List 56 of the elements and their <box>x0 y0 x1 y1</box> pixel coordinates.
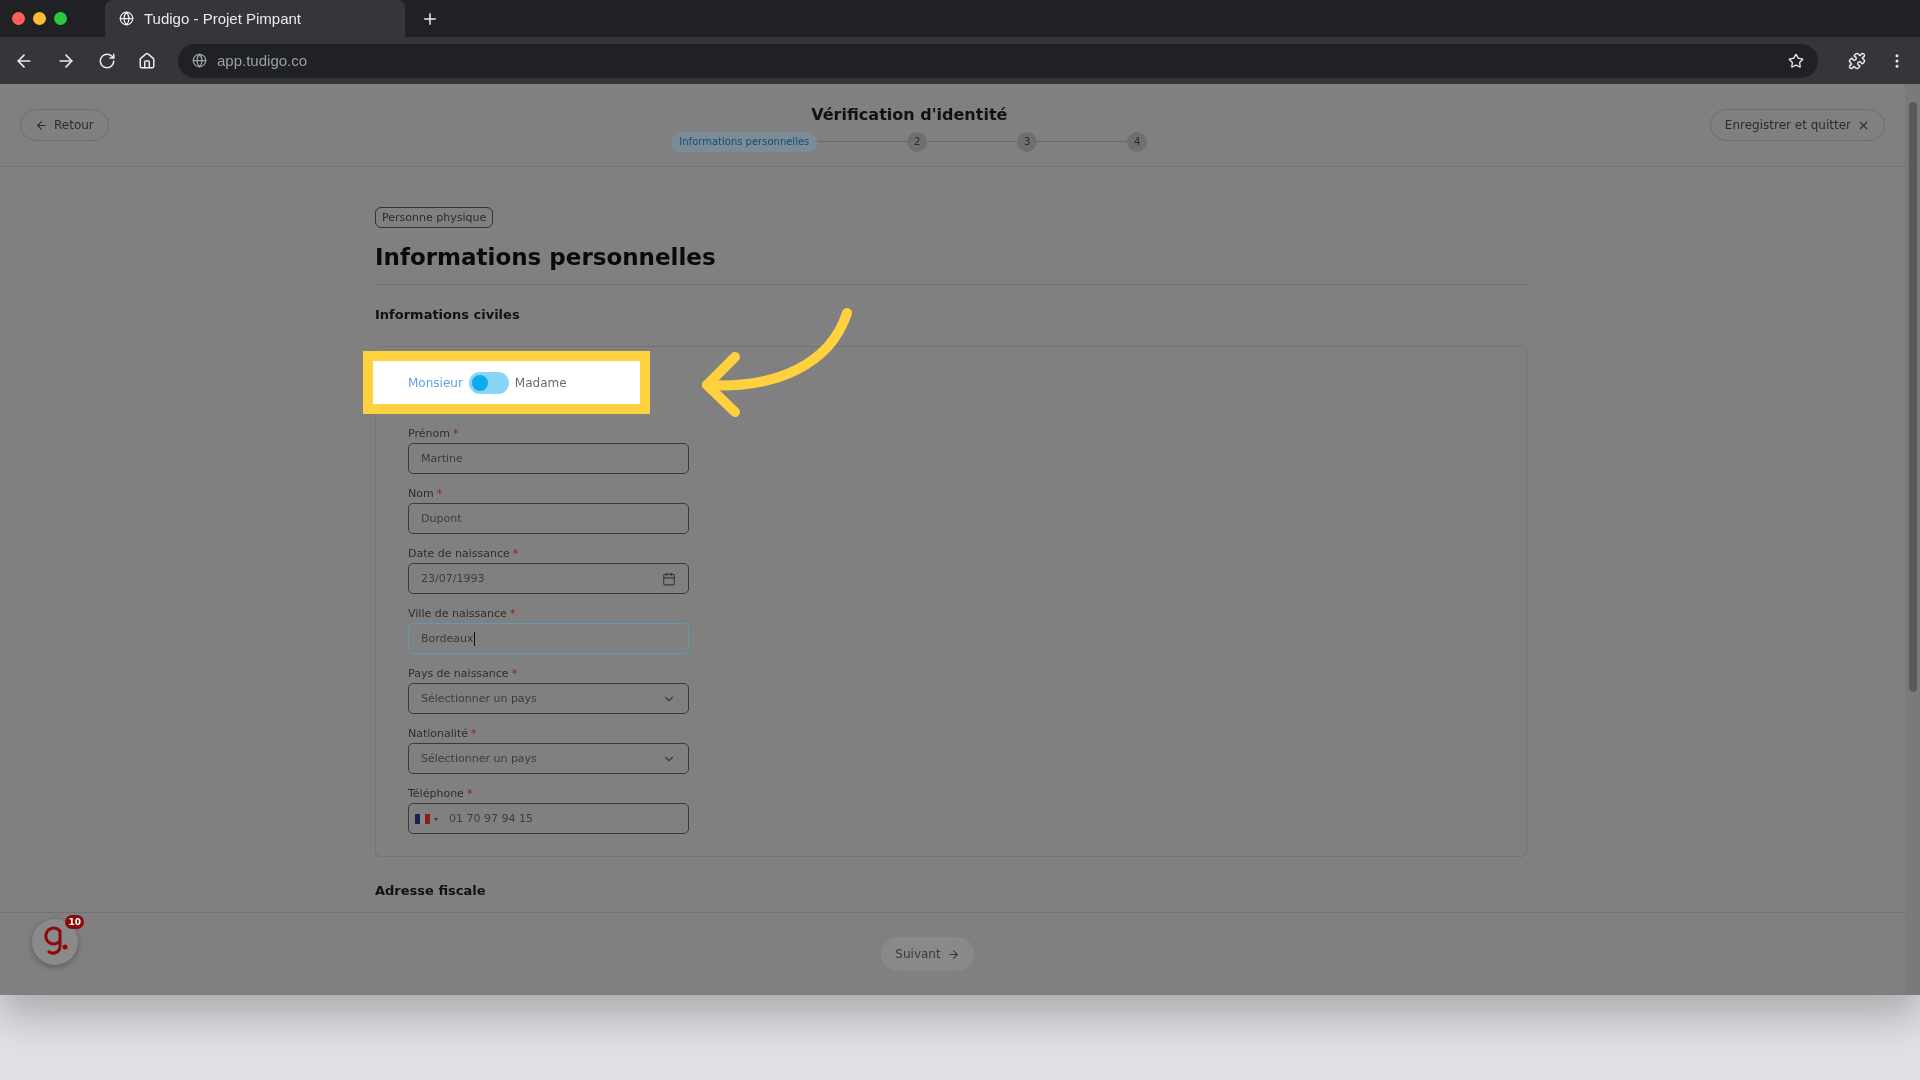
text-field[interactable]: Martine <box>408 443 689 474</box>
step-indicator: 4 <box>1127 131 1148 152</box>
gender-switch[interactable] <box>468 371 509 394</box>
globe-icon <box>192 53 207 68</box>
tab-title: Tudigo - Projet Pimpant <box>144 10 302 27</box>
step-indicator: Informations personnelles <box>671 131 818 152</box>
gender-option[interactable]: Monsieur <box>408 375 463 390</box>
reload-icon[interactable] <box>98 51 116 70</box>
browser-tab[interactable]: Tudigo - Projet Pimpant <box>105 0 405 37</box>
select-input[interactable]: Sélectionner un pays <box>421 692 654 705</box>
window-minimize-button[interactable] <box>33 12 46 25</box>
field-label: Ville de naissance * <box>408 607 517 620</box>
country-select[interactable]: Sélectionner un pays <box>408 683 689 714</box>
extensions-icon[interactable] <box>1848 51 1866 70</box>
arrow-right-icon <box>946 947 960 961</box>
window-zoom-button[interactable] <box>54 12 67 25</box>
step-indicator: 2 <box>907 131 928 152</box>
subsection-title: Adresse fiscale <box>375 883 487 898</box>
date-input[interactable]: 23/07/1993 <box>421 572 654 585</box>
next-button[interactable]: Suivant <box>881 937 974 971</box>
text-input[interactable]: Dupont <box>421 512 676 525</box>
field-label: Nom * <box>408 487 444 500</box>
country-select[interactable]: Sélectionner un pays <box>408 743 689 774</box>
globe-icon <box>119 11 134 26</box>
text-field[interactable]: Bordeaux <box>408 623 689 654</box>
subsection-title: Informations civiles <box>375 307 521 322</box>
url-text: app.tudigo.co <box>217 52 309 69</box>
field-value: Bordeaux <box>421 632 474 645</box>
window-close-button[interactable] <box>12 12 25 25</box>
text-input[interactable]: Martine <box>421 452 676 465</box>
save-and-quit-button[interactable]: Enregistrer et quitter <box>1709 109 1885 141</box>
flag-icon[interactable] <box>415 812 441 825</box>
phone-field[interactable]: 01 70 97 94 15 <box>408 803 689 834</box>
scrollbar-thumb[interactable] <box>1908 102 1917 692</box>
text-cursor <box>473 631 475 646</box>
type-badge: Personne physique <box>375 207 494 228</box>
gender-option[interactable]: Madame <box>514 375 567 390</box>
field-label: Nationalité * <box>408 727 478 740</box>
section-heading: Informations personnelles <box>375 244 1527 285</box>
arrow-left-icon <box>35 118 48 132</box>
field-label: Date de naissance * <box>408 547 520 560</box>
step-indicator: 3 <box>1017 131 1038 152</box>
field-label: Pays de naissance * <box>408 667 519 680</box>
notification-badge: 10 <box>65 915 84 929</box>
phone-input[interactable]: 01 70 97 94 15 <box>449 812 676 825</box>
date-field[interactable]: 23/07/1993 <box>408 563 689 594</box>
calendar-icon[interactable] <box>662 571 676 586</box>
page-title: Vérification d'identité <box>811 104 1008 124</box>
select-input[interactable]: Sélectionner un pays <box>421 752 654 765</box>
field-label: Téléphone * <box>408 787 474 800</box>
text-field[interactable]: Dupont <box>408 503 689 534</box>
home-icon[interactable] <box>138 51 156 70</box>
back-button[interactable]: Retour <box>20 109 109 141</box>
star-icon[interactable] <box>1788 52 1804 69</box>
address-bar[interactable]: app.tudigo.co <box>178 43 1818 78</box>
field-label: Prénom * <box>408 427 460 440</box>
